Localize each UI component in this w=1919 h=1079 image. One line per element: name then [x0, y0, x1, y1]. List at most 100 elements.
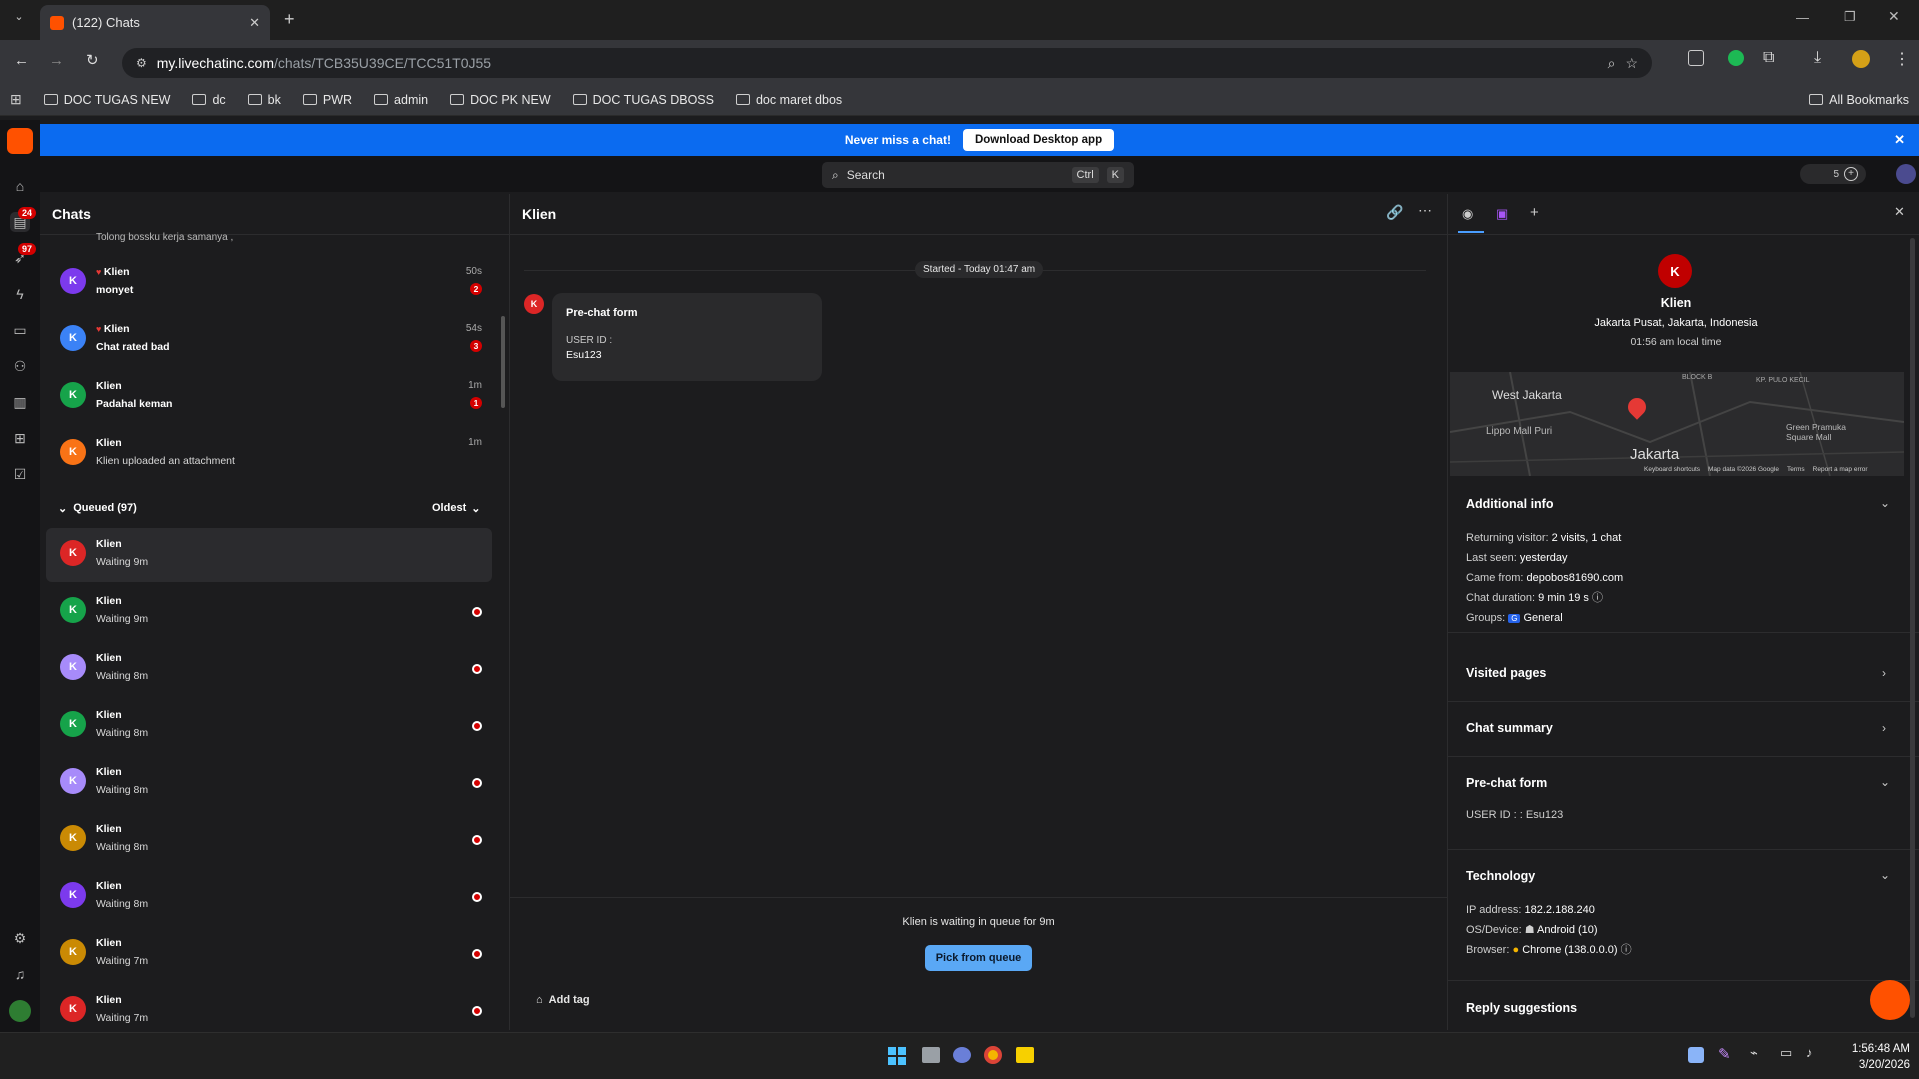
- settings-gear-icon[interactable]: ⚙: [10, 928, 30, 948]
- grammarly-extension-icon[interactable]: [1728, 50, 1744, 66]
- extension-icon[interactable]: [1688, 50, 1704, 66]
- copy-link-icon[interactable]: 🔗: [1386, 204, 1403, 221]
- customer-details-tab-icon[interactable]: ◉: [1462, 206, 1473, 222]
- user-profile-avatar[interactable]: [1896, 164, 1916, 184]
- extensions-puzzle-icon[interactable]: ⧉: [1763, 49, 1774, 67]
- queued-chat-item[interactable]: K Klien Waiting 9m: [46, 528, 492, 582]
- chat-widget-launcher-icon[interactable]: [1870, 980, 1910, 1020]
- minimize-icon[interactable]: —: [1796, 10, 1809, 25]
- restore-icon[interactable]: ❐: [1844, 9, 1856, 25]
- tasks-check-icon[interactable]: ☑: [10, 464, 30, 484]
- queued-chat-item[interactable]: K Klien Waiting 8m: [46, 699, 492, 753]
- zoom-icon[interactable]: ⌕: [1608, 55, 1616, 72]
- chat-app-icon[interactable]: [953, 1047, 971, 1063]
- app-integration-tab-icon[interactable]: ▣: [1496, 206, 1508, 222]
- tray-pen-icon[interactable]: ✎: [1718, 1045, 1731, 1063]
- bookmark-folder[interactable]: PWR: [302, 93, 352, 107]
- add-app-icon[interactable]: +: [1530, 204, 1539, 221]
- chevron-right-icon[interactable]: ›: [1882, 666, 1886, 680]
- network-icon[interactable]: ⌁: [1750, 1045, 1758, 1061]
- map-footer-item[interactable]: Terms: [1787, 466, 1805, 473]
- archives-icon[interactable]: ▭: [10, 320, 30, 340]
- technology-header[interactable]: Technology: [1466, 869, 1535, 883]
- bookmark-folder[interactable]: DOC TUGAS DBOSS: [572, 93, 714, 107]
- tab-close-icon[interactable]: ✕: [249, 15, 260, 31]
- location-map[interactable]: West Jakarta Lippo Mall Puri Jakarta Gre…: [1450, 372, 1904, 476]
- reports-icon[interactable]: ▥: [10, 392, 30, 412]
- chat-item[interactable]: K ♥ Klien Chat rated bad 54s 3: [46, 313, 492, 367]
- queued-section-toggle[interactable]: ⌄ Queued (97): [58, 502, 137, 515]
- info-icon[interactable]: ⓘ: [1621, 944, 1632, 956]
- notifications-bell-icon[interactable]: ♫: [10, 964, 30, 984]
- back-icon[interactable]: ←: [14, 52, 29, 69]
- more-options-icon[interactable]: ⋯: [1418, 202, 1432, 219]
- close-details-icon[interactable]: ✕: [1894, 204, 1905, 220]
- visited-pages-header[interactable]: Visited pages: [1466, 666, 1546, 680]
- profile-avatar-icon[interactable]: [1852, 50, 1870, 68]
- bookmark-star-icon[interactable]: ☆: [1625, 55, 1638, 72]
- all-bookmarks[interactable]: All Bookmarks: [1809, 93, 1909, 107]
- url-bar[interactable]: ⚙ my.livechatinc.com/chats/TCB35U39CE/TC…: [122, 48, 1652, 78]
- task-view-icon[interactable]: [922, 1047, 940, 1063]
- map-footer-item[interactable]: Keyboard shortcuts: [1644, 466, 1700, 473]
- chevron-down-icon[interactable]: ⌄: [1880, 868, 1890, 882]
- reply-suggestions-header[interactable]: Reply suggestions: [1466, 1001, 1577, 1015]
- banner-close-icon[interactable]: ✕: [1894, 132, 1905, 148]
- global-search[interactable]: ⌕ Search Ctrl K: [822, 162, 1134, 188]
- sticky-notes-icon[interactable]: [1016, 1047, 1034, 1063]
- queued-chat-item[interactable]: K Klien Waiting 8m: [46, 756, 492, 810]
- tab-search-icon[interactable]: ⌄: [8, 10, 30, 30]
- chat-summary-header[interactable]: Chat summary: [1466, 721, 1553, 735]
- info-icon[interactable]: ⓘ: [1592, 592, 1603, 604]
- download-icon[interactable]: ⤓: [1814, 49, 1821, 67]
- chat-item[interactable]: K ♥ Klien monyet 50s 2: [46, 256, 492, 310]
- prechat-form-header[interactable]: Pre-chat form: [1466, 776, 1547, 790]
- bookmark-folder[interactable]: doc maret dbos: [735, 93, 842, 107]
- forward-icon[interactable]: →: [49, 52, 64, 69]
- bookmark-folder[interactable]: admin: [374, 93, 428, 107]
- automation-bolt-icon[interactable]: ϟ: [10, 284, 30, 304]
- map-footer-item[interactable]: Report a map error: [1813, 466, 1868, 473]
- agent-avatar[interactable]: [9, 1000, 31, 1022]
- team-icon[interactable]: ⚇: [10, 356, 30, 376]
- system-clock[interactable]: 1:56:48 AM 3/20/2026: [1830, 1041, 1910, 1073]
- queued-chat-item[interactable]: K Klien Waiting 9m: [46, 585, 492, 639]
- bookmark-folder[interactable]: DOC PK NEW: [450, 93, 551, 107]
- pick-from-queue-button[interactable]: Pick from queue: [925, 945, 1032, 971]
- windows-start-icon[interactable]: [888, 1047, 906, 1065]
- chevron-down-icon[interactable]: ⌄: [1880, 496, 1890, 510]
- apps-grid-icon[interactable]: ⊞: [10, 91, 22, 108]
- bookmark-folder[interactable]: bk: [247, 93, 281, 107]
- chat-item[interactable]: K Klien Padahal keman 1m 1: [46, 370, 492, 424]
- bookmark-folder[interactable]: DOC TUGAS NEW: [43, 93, 170, 107]
- window-close-icon[interactable]: ✕: [1888, 8, 1900, 25]
- queued-chat-item[interactable]: K Klien Waiting 8m: [46, 813, 492, 867]
- bookmark-folder[interactable]: dc: [192, 93, 226, 107]
- queued-chat-item[interactable]: K Klien Waiting 7m: [46, 927, 492, 981]
- new-tab-icon[interactable]: +: [284, 9, 295, 30]
- site-info-icon[interactable]: ⚙: [136, 56, 147, 70]
- chevron-down-icon[interactable]: ⌄: [1880, 775, 1890, 789]
- chats-scrollbar[interactable]: [501, 316, 505, 408]
- queued-chat-item[interactable]: K Klien Waiting 8m: [46, 642, 492, 696]
- tray-app-icon[interactable]: [1688, 1047, 1704, 1063]
- reload-icon[interactable]: ↻: [86, 51, 99, 69]
- display-icon[interactable]: ▭: [1780, 1045, 1792, 1061]
- details-scrollbar[interactable]: [1910, 238, 1915, 1018]
- add-agent-icon[interactable]: +: [1844, 167, 1858, 181]
- browser-tab[interactable]: (122) Chats ✕: [40, 5, 270, 40]
- browser-menu-icon[interactable]: ⋮: [1894, 49, 1910, 69]
- add-tag-button[interactable]: ⌂ Add tag: [536, 994, 590, 1006]
- sort-dropdown[interactable]: Oldest ⌄: [432, 502, 480, 515]
- home-icon[interactable]: ⌂: [10, 176, 30, 196]
- additional-info-header[interactable]: Additional info: [1466, 497, 1553, 511]
- download-desktop-button[interactable]: Download Desktop app: [962, 129, 1115, 151]
- apps-icon[interactable]: ⊞: [10, 428, 30, 448]
- queued-chat-item[interactable]: K Klien Waiting 7m: [46, 984, 492, 1030]
- volume-icon[interactable]: ♪: [1806, 1045, 1813, 1060]
- chevron-right-icon[interactable]: ›: [1882, 721, 1886, 735]
- chat-item[interactable]: K Klien Klien uploaded an attachment 1m: [46, 427, 492, 481]
- chrome-taskbar-icon[interactable]: [984, 1046, 1002, 1064]
- queued-chat-item[interactable]: K Klien Waiting 8m: [46, 870, 492, 924]
- agents-online-widget[interactable]: 5 +: [1800, 164, 1866, 184]
